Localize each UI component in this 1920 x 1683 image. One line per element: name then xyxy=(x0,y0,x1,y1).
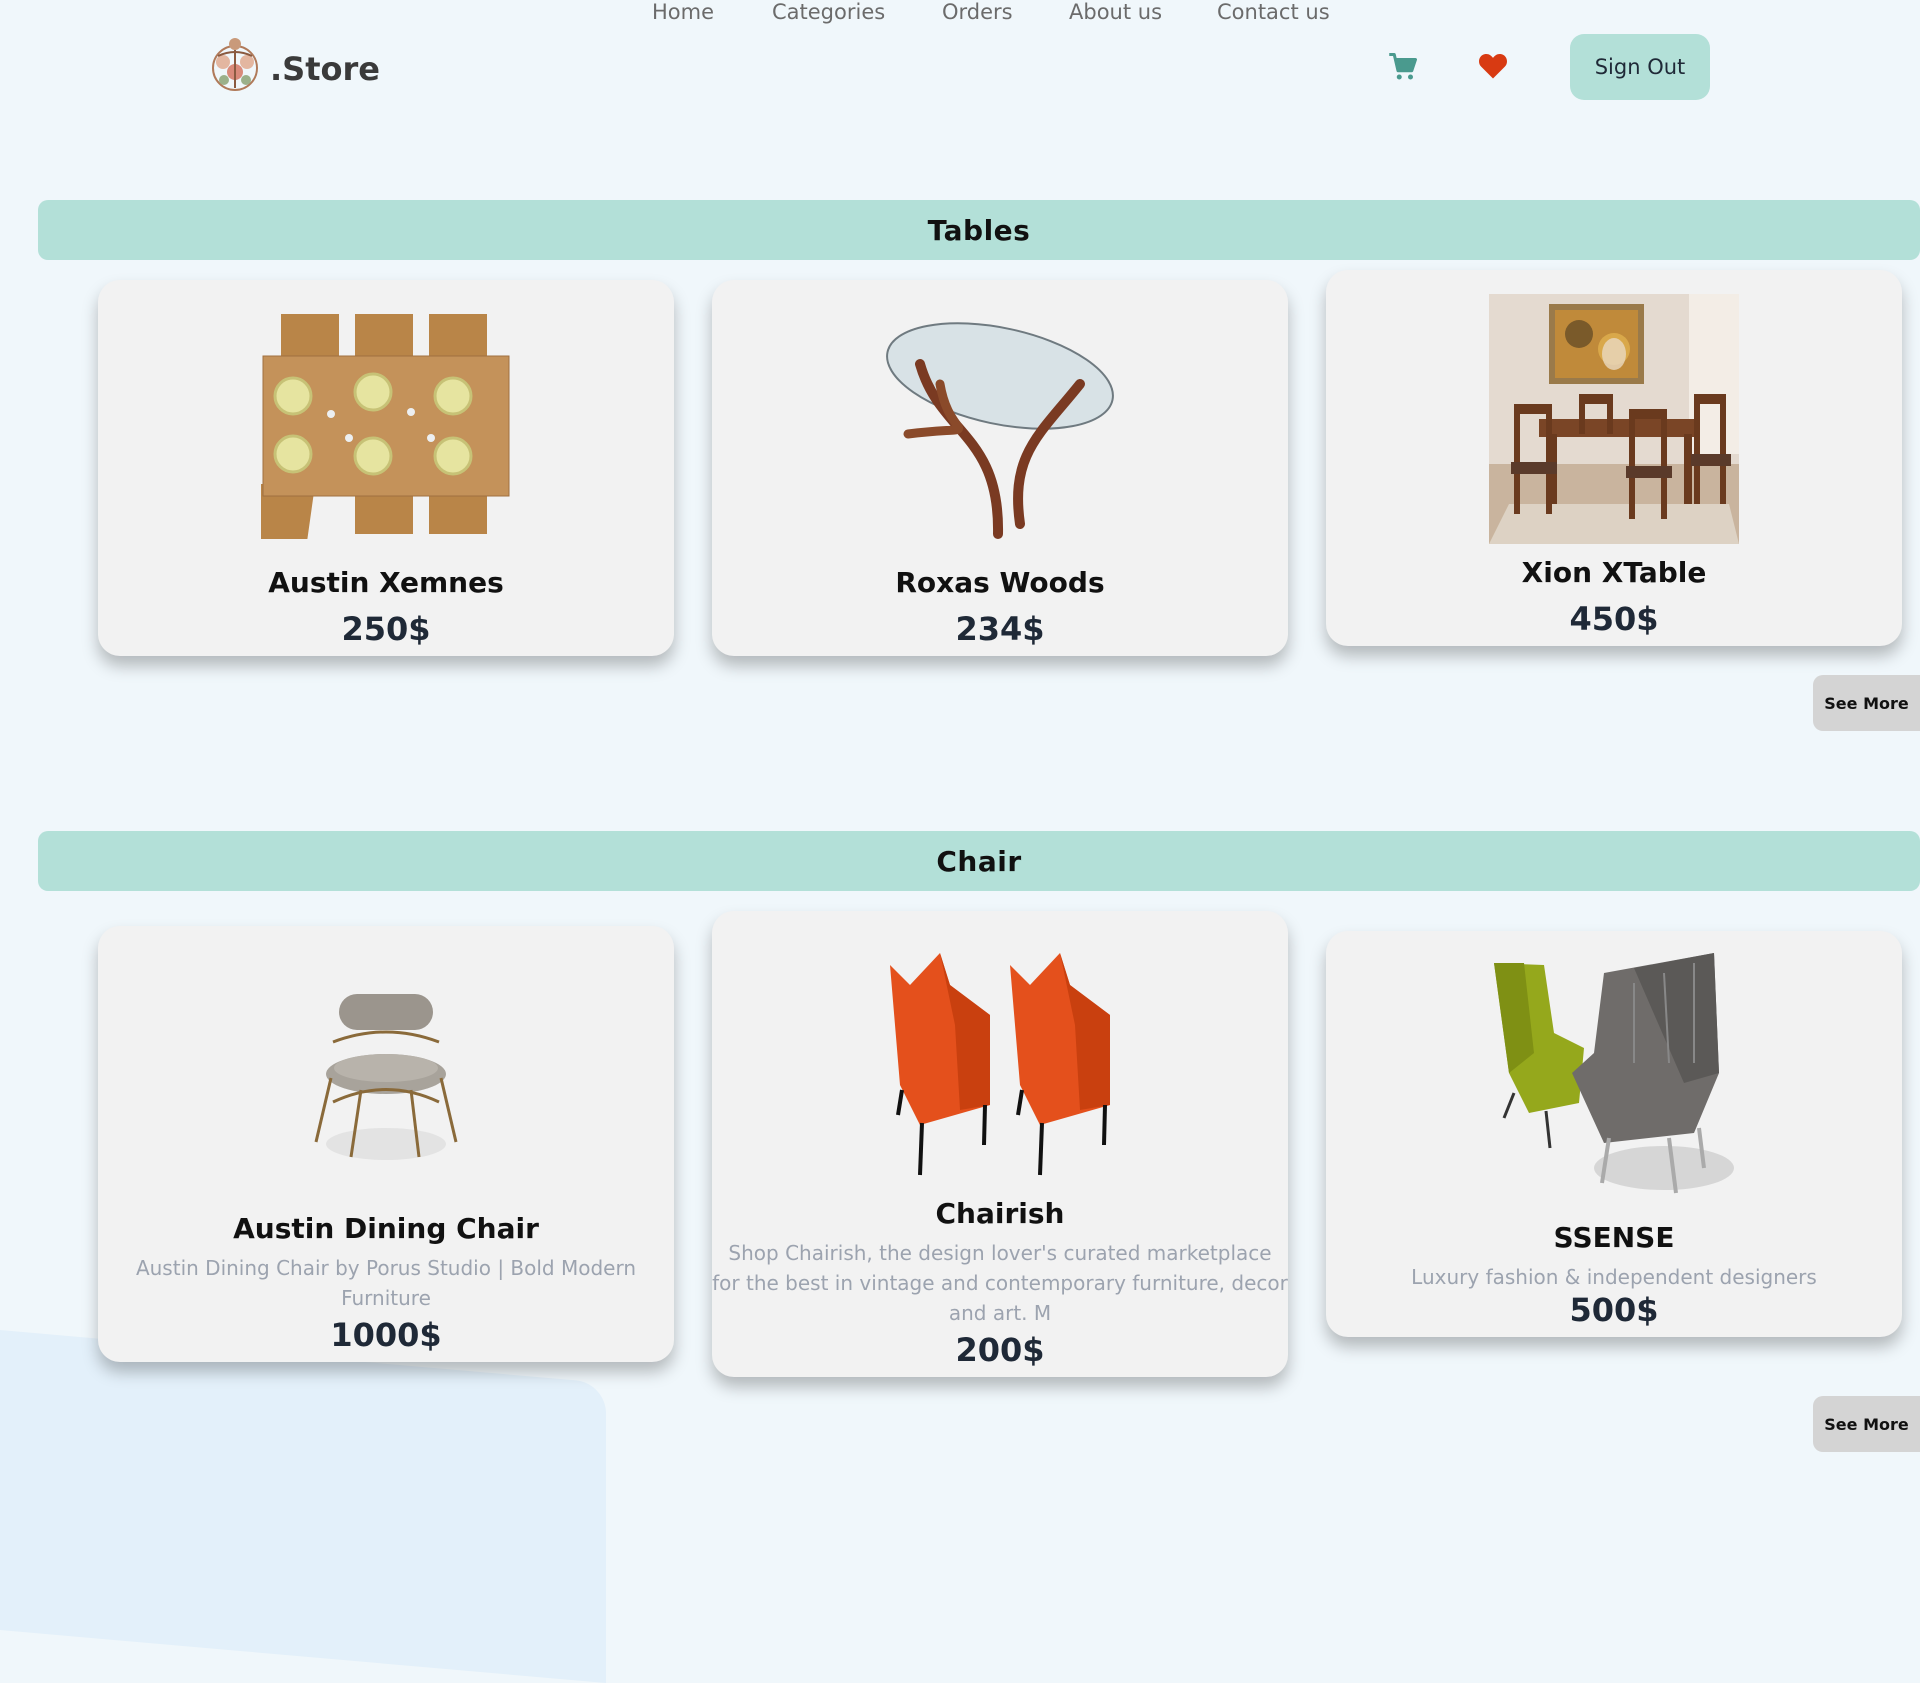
product-image xyxy=(1494,953,1734,1194)
product-image xyxy=(314,994,458,1160)
brand-logo[interactable]: .Store xyxy=(208,30,380,94)
product-description: Austin Dining Chair by Porus Studio | Bo… xyxy=(135,1256,637,1310)
sign-out-button[interactable]: Sign Out xyxy=(1570,34,1710,100)
product-name: Roxas Woods xyxy=(895,566,1105,599)
product-price: 1000$ xyxy=(330,1316,442,1354)
product-card-roxas-woods[interactable]: Roxas Woods 234$ xyxy=(712,280,1288,656)
product-card-austin-xemnes[interactable]: Austin Xemnes 250$ xyxy=(98,280,674,656)
nav-link-orders[interactable]: Orders xyxy=(942,0,1013,24)
product-price: 234$ xyxy=(955,610,1045,648)
product-name: SSENSE xyxy=(1553,1221,1675,1254)
product-card-ssense[interactable]: SSENSE Luxury fashion & independent desi… xyxy=(1326,931,1902,1337)
see-more-button[interactable]: See More xyxy=(1813,675,1920,731)
product-description: Shop Chairish, the design lover's curate… xyxy=(712,1241,1288,1325)
product-name: Austin Dining Chair xyxy=(233,1212,539,1245)
section-header-tables: Tables xyxy=(38,200,1920,260)
product-card-austin-dining-chair[interactable]: Austin Dining Chair Austin Dining Chair … xyxy=(98,926,674,1362)
product-price: 250$ xyxy=(341,610,431,648)
heart-icon[interactable] xyxy=(1478,52,1508,80)
nav-link-categories[interactable]: Categories xyxy=(772,0,885,24)
section-title: Chair xyxy=(936,844,1022,878)
product-price: 450$ xyxy=(1569,600,1659,638)
product-name: Xion XTable xyxy=(1521,556,1707,589)
section-header-chair: Chair xyxy=(38,831,1920,891)
product-name: Austin Xemnes xyxy=(268,566,504,599)
top-navbar: .Store Home Categories Orders About us C… xyxy=(0,0,1920,140)
nav-link-home[interactable]: Home xyxy=(652,0,714,24)
product-card-xion-xtable[interactable]: Xion XTable 450$ xyxy=(1326,270,1902,646)
see-more-button[interactable]: See More xyxy=(1813,1396,1920,1452)
nav-link-about[interactable]: About us xyxy=(1069,0,1162,24)
nav-link-contact[interactable]: Contact us xyxy=(1217,0,1330,24)
product-description: Luxury fashion & independent designers xyxy=(1411,1265,1817,1289)
product-image xyxy=(890,953,1110,1176)
product-image xyxy=(1489,294,1739,544)
brand-name: .Store xyxy=(270,50,380,88)
cart-icon[interactable] xyxy=(1388,52,1418,82)
product-price: 500$ xyxy=(1569,1291,1659,1329)
product-price: 200$ xyxy=(955,1331,1045,1369)
background-shape xyxy=(0,1330,606,1683)
section-title: Tables xyxy=(927,213,1031,247)
ornament-logo-icon xyxy=(212,38,258,91)
product-image xyxy=(886,322,1114,539)
product-name: Chairish xyxy=(935,1197,1065,1230)
product-image xyxy=(261,314,510,539)
product-card-chairish[interactable]: Chairish Shop Chairish, the design lover… xyxy=(712,911,1288,1377)
